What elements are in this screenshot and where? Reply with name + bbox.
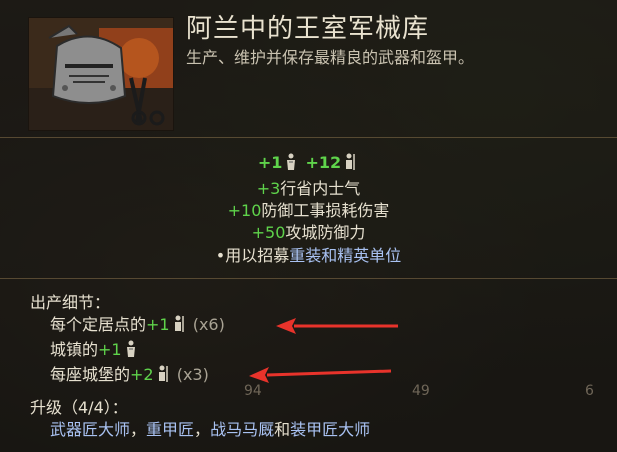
divider	[0, 278, 617, 279]
recruit-line: •用以招募重装和精英单位	[0, 245, 617, 267]
production-row: 每个定居点的+1 (x6)	[30, 314, 225, 339]
separator: ，	[194, 420, 211, 439]
production-row-label: 每个定居点的	[50, 315, 147, 334]
upgrades-section: 升级（4/4）： 武器匠大师，重甲匠，战马马厩和装甲匠大师	[30, 397, 370, 441]
effect-text: 行省内士气	[280, 179, 361, 198]
bonus-a-value: +1	[257, 153, 283, 172]
red-arrow	[276, 318, 398, 334]
building-subtitle: 生产、维护并保存最精良的武器和盔甲。	[186, 48, 475, 67]
effect-value: +10	[227, 201, 262, 220]
production-header: 出产细节：	[30, 293, 111, 312]
soldier-icon	[344, 153, 356, 177]
production-row-label: 城镇的	[50, 340, 99, 359]
heavy-unit-icon	[285, 153, 297, 177]
red-arrow	[249, 367, 392, 383]
upgrade-link[interactable]: 战马马厩	[210, 420, 274, 439]
background-number: 6	[585, 383, 594, 399]
production-row: 城镇的+1	[30, 339, 225, 364]
building-title: 阿兰中的王室军械库	[186, 14, 430, 44]
soldier-icon	[173, 315, 185, 339]
upgrade-link[interactable]: 武器匠大师	[50, 420, 130, 439]
divider	[0, 137, 617, 138]
effect-value: +50	[251, 223, 286, 242]
effect-line: +50攻城防御力	[0, 222, 617, 244]
soldier-icon	[157, 365, 169, 389]
effect-line: +10防御工事损耗伤害	[0, 200, 617, 222]
effect-text: 防御工事损耗伤害	[261, 201, 390, 220]
bonus-b-value: +12	[305, 153, 342, 172]
production-row-label: 每座城堡的	[50, 365, 131, 384]
production-row-value: +1	[98, 340, 122, 359]
production-details: 出产细节： 每个定居点的+1 (x6) 城镇的+1 每座城堡的+2 (x3)	[30, 292, 225, 389]
building-portrait	[28, 17, 174, 131]
unit-bonus-line: +1 +12	[0, 152, 617, 177]
effect-text: 攻城防御力	[285, 223, 366, 242]
effect-line: +3行省内士气	[0, 178, 617, 200]
upgrade-link[interactable]: 重甲匠	[146, 420, 194, 439]
production-row-count: (x3)	[176, 365, 209, 384]
effect-value: +3	[256, 179, 281, 198]
production-row-value: +1	[146, 315, 170, 334]
upgrade-link[interactable]: 装甲匠大师	[290, 420, 370, 439]
upgrades-list: 武器匠大师，重甲匠，战马马厩和装甲匠大师	[30, 419, 370, 441]
heavy-unit-icon	[125, 340, 137, 364]
production-row-value: +2	[130, 365, 154, 384]
production-row-count: (x6)	[192, 315, 225, 334]
production-row: 每座城堡的+2 (x3)	[30, 364, 225, 389]
separator: ，	[130, 420, 147, 439]
recruit-prefix: •用以招募	[215, 246, 290, 265]
recruit-link[interactable]: 重装和精英单位	[289, 246, 401, 265]
background-number: 49	[412, 383, 430, 399]
conjunction: 和	[274, 420, 291, 439]
upgrades-header: 升级（4/4）：	[30, 398, 128, 417]
